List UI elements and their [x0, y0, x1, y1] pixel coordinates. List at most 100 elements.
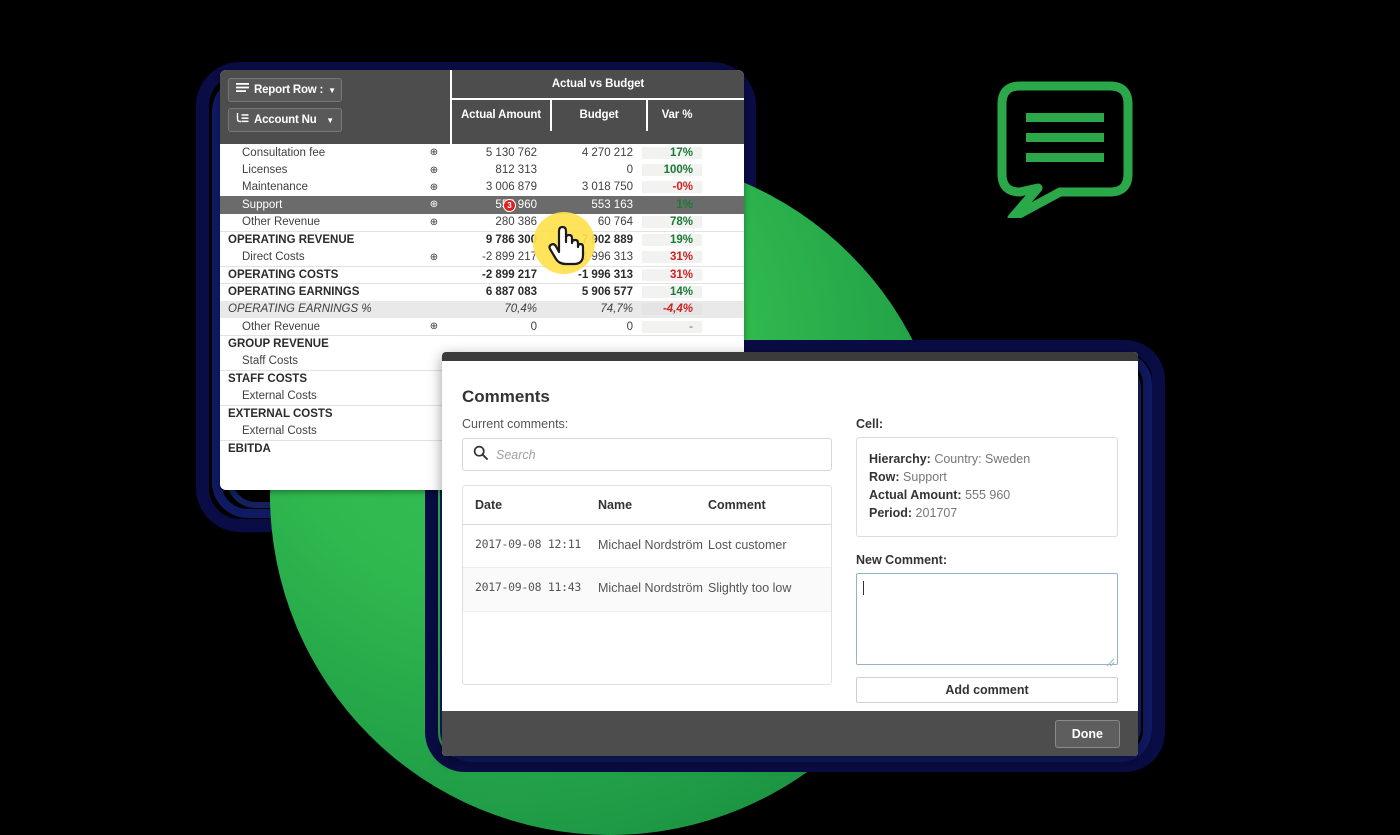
resize-grip-icon[interactable] — [1106, 654, 1115, 667]
measure-group-title: Actual vs Budget — [452, 70, 744, 100]
drill-down-icon — [236, 113, 249, 127]
table-row[interactable]: OPERATING EARNINGS % 70,4% 74,7% -4,4% — [220, 300, 744, 318]
row-label: STAFF COSTS — [228, 373, 308, 386]
expand-plus-icon[interactable]: ⊕ — [418, 182, 450, 193]
comment-author: Michael Nordström — [598, 581, 703, 596]
search-input[interactable]: Search — [462, 438, 832, 471]
comments-table-header: Date Name Comment — [463, 486, 831, 525]
cell-var-pct[interactable]: 19% — [642, 234, 702, 247]
cell-var-pct[interactable]: 78% — [642, 216, 702, 229]
cell-actual-amount[interactable]: 555 960 — [450, 199, 546, 211]
chevron-down-icon: ▼ — [326, 115, 334, 125]
comment-author: Michael Nordström — [598, 538, 703, 552]
table-row[interactable]: Other Revenue ⊕ 280 386 60 764 78% — [220, 214, 744, 231]
cell-actual-amount[interactable]: 9 786 300 — [450, 234, 546, 246]
dialog-title: Comments — [462, 387, 550, 406]
cell-actual-amount[interactable]: 0 — [450, 321, 546, 333]
comment-date: 2017-09-08 11:43 — [475, 580, 581, 595]
cell-detail-row: Period: 201707 — [869, 506, 1105, 520]
table-row[interactable]: Direct Costs ⊕ -2 899 217 -1 996 313 31% — [220, 248, 744, 265]
column-header-var-pct[interactable]: Var % — [646, 100, 706, 131]
cell-var-pct[interactable]: 100% — [642, 164, 702, 177]
cell-budget[interactable]: 3 018 750 — [546, 181, 642, 193]
row-label: EBITDA — [228, 442, 271, 455]
dimension-button-account-number[interactable]: Account Nu ▼ — [228, 108, 342, 132]
expand-plus-icon[interactable]: ⊕ — [418, 147, 450, 158]
cell-budget[interactable]: 553 163 — [546, 199, 642, 211]
cell-info-panel: Cell: Hierarchy: Country: Sweden Row: Sup… — [856, 379, 1118, 703]
row-label: Maintenance — [242, 181, 308, 194]
cell-var-pct[interactable]: -4,4% — [642, 303, 702, 316]
current-comments-panel: Current comments: Search Date Name Comme… — [462, 379, 832, 703]
cell-budget[interactable]: 0 — [546, 321, 642, 333]
cell-detail-key: Row: — [869, 470, 904, 484]
cell-budget[interactable]: 4 270 212 — [546, 147, 642, 159]
table-row[interactable]: Licenses ⊕ 812 313 0 100% — [220, 161, 744, 178]
dialog-footer: Done — [442, 711, 1138, 756]
cell-actual-amount[interactable]: 280 386 — [450, 216, 546, 228]
cell-var-pct[interactable]: 14% — [642, 286, 702, 299]
table-row[interactable]: Other Revenue ⊕ 0 0- — [220, 318, 744, 335]
expand-plus-icon[interactable]: ⊕ — [418, 252, 450, 263]
cell-var-pct[interactable]: 17% — [642, 146, 702, 159]
table-row[interactable]: Consultation fee ⊕ 5 130 762 4 270 212 17% — [220, 144, 744, 161]
new-comment-textarea[interactable] — [856, 573, 1118, 667]
table-row[interactable]: Support ⊕ 555 960 553 163 1% 3 — [220, 196, 744, 214]
expand-plus-icon[interactable]: ⊕ — [418, 199, 450, 210]
cell-detail-key: Actual Amount: — [869, 488, 966, 502]
list-item[interactable]: 2017-09-08 11:43 Michael Nordström Slightl… — [463, 568, 831, 612]
row-label: Other Revenue — [242, 320, 320, 333]
table-row[interactable]: Maintenance ⊕ 3 006 879 3 018 750 -0% — [220, 179, 744, 196]
comments-col-date[interactable]: Date — [463, 486, 598, 524]
cell-budget[interactable]: 5 906 577 — [546, 286, 642, 298]
cell-details-box: Hierarchy: Country: Sweden Row: Support Ac… — [856, 437, 1118, 537]
comment-count-badge[interactable]: 3 — [503, 198, 516, 212]
comments-col-comment[interactable]: Comment — [708, 486, 831, 524]
cell-var-pct[interactable]: 1% — [642, 198, 702, 211]
table-row[interactable]: OPERATING EARNINGS 6 887 083 5 906 577 14% — [220, 283, 744, 300]
cell-actual-amount[interactable]: 5 130 762 — [450, 147, 546, 159]
table-row[interactable]: OPERATING COSTS -2 899 217 -1 996 313 31% — [220, 265, 744, 283]
list-item[interactable]: 2017-09-08 12:11 Michael Nordström Lost cu… — [463, 525, 831, 569]
cell-detail-key: Hierarchy: — [869, 452, 935, 466]
add-comment-button[interactable]: Add comment — [856, 677, 1118, 703]
cell-var-pct[interactable]: -0% — [642, 181, 702, 194]
cell-actual-amount[interactable]: 3 006 879 — [450, 181, 546, 193]
cell-var-pct[interactable]: 31% — [642, 251, 702, 264]
row-label: Licenses — [242, 164, 288, 177]
comments-dialog: Comments Current comments: Search Date N… — [442, 352, 1138, 756]
comments-col-name[interactable]: Name — [598, 486, 708, 524]
cell-var-pct[interactable]: - — [642, 320, 702, 333]
cell-actual-amount[interactable]: 6 887 083 — [450, 286, 546, 298]
dimension-button-account-number-label: Account Nu — [254, 114, 317, 126]
expand-plus-icon[interactable]: ⊕ — [418, 217, 450, 228]
row-label: External Costs — [242, 390, 317, 403]
row-label: OPERATING COSTS — [228, 268, 339, 281]
measure-column-headers: Actual Amount Budget Var % — [452, 100, 744, 131]
cell-detail-row: Actual Amount: 555 960 — [869, 488, 1105, 502]
pivot-table-header: Report Row : ▼ Account Nu ▼ Actual vs Bu… — [220, 70, 744, 144]
table-row[interactable]: GROUP REVENUE — [220, 335, 744, 352]
table-row[interactable]: OPERATING REVENUE 9 786 300 7 902 889 19% — [220, 230, 744, 248]
column-header-actual-amount[interactable]: Actual Amount — [452, 100, 550, 131]
row-label: OPERATING EARNINGS — [228, 286, 360, 299]
cell-actual-amount[interactable]: -2 899 217 — [450, 251, 546, 263]
cell-actual-amount[interactable]: -2 899 217 — [450, 269, 546, 281]
list-lines-icon — [236, 83, 249, 97]
done-button[interactable]: Done — [1054, 719, 1120, 748]
cell-budget[interactable]: 74,7% — [546, 303, 642, 315]
cell-actual-amount[interactable]: 812 313 — [450, 164, 546, 176]
cell-actual-amount[interactable]: 70,4% — [450, 303, 546, 315]
row-label: Staff Costs — [242, 355, 299, 368]
cell-detail-row: Row: Support — [869, 470, 1105, 484]
row-label: EXTERNAL COSTS — [228, 408, 333, 421]
expand-plus-icon[interactable]: ⊕ — [418, 321, 450, 332]
dimension-button-report-row[interactable]: Report Row : ▼ — [228, 78, 342, 102]
expand-plus-icon[interactable]: ⊕ — [418, 165, 450, 176]
row-label: GROUP REVENUE — [228, 338, 329, 351]
column-header-budget[interactable]: Budget — [550, 100, 646, 131]
cell-var-pct[interactable]: 31% — [642, 268, 702, 281]
cell-budget[interactable]: 0 — [546, 164, 642, 176]
text-caret — [863, 581, 864, 595]
pointing-hand-cursor — [546, 222, 586, 266]
